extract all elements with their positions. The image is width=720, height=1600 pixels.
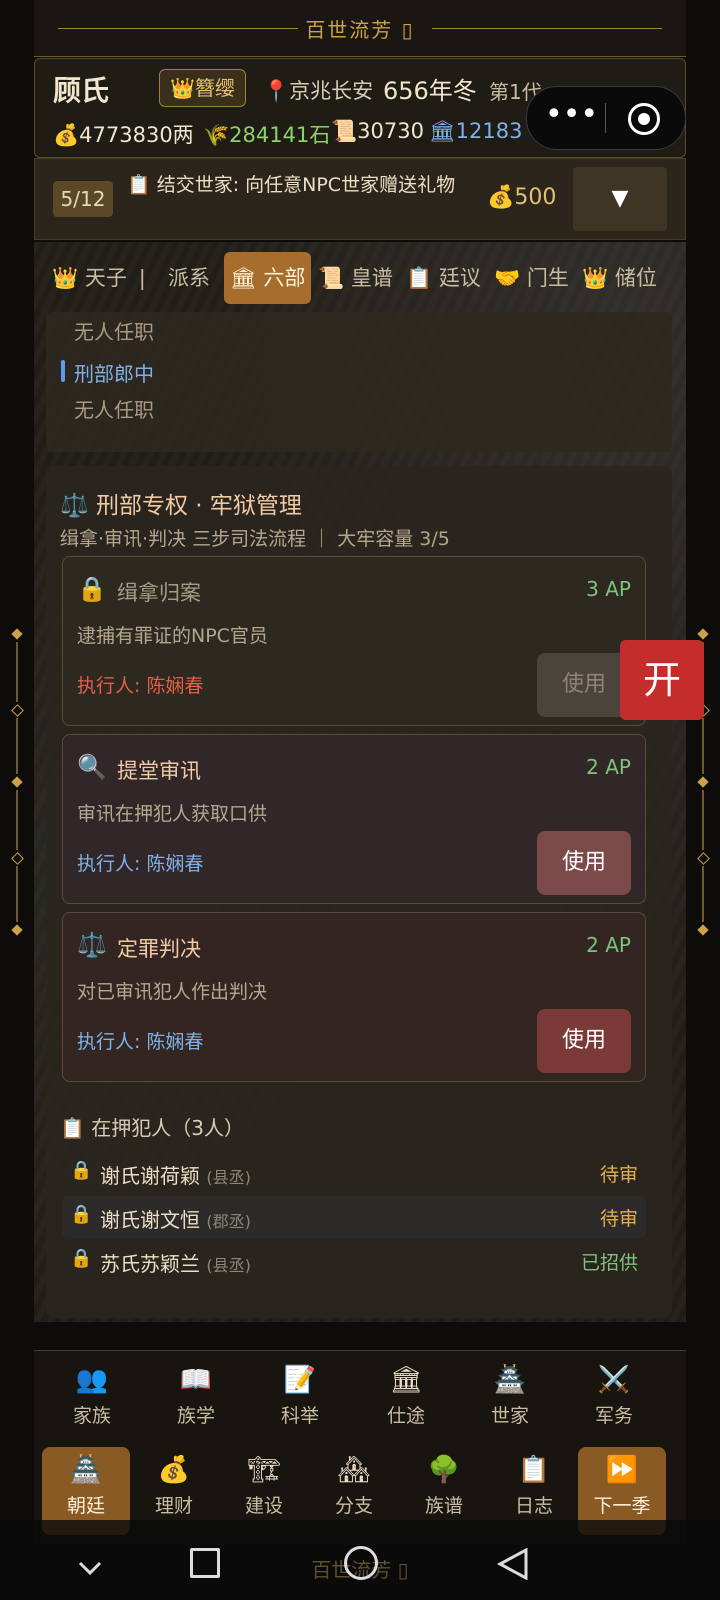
money-resource: 💰4773830两	[53, 123, 194, 147]
top-title-bar: 百世流芳 ▯	[34, 0, 686, 57]
crane-icon: 🏗	[247, 1455, 281, 1485]
tree-icon: 🌳	[427, 1455, 461, 1485]
skill-ap: 2 AP	[586, 755, 631, 779]
home-circle-icon[interactable]	[344, 1546, 378, 1580]
task-cost: 💰500	[487, 185, 557, 210]
square-recents-icon[interactable]	[190, 1548, 220, 1578]
tab-emperor[interactable]: 👑 天子 ❘	[46, 252, 157, 304]
lock-icon: 🔒	[77, 575, 107, 603]
nav-exam[interactable]: 📝 科举	[250, 1363, 350, 1428]
android-system-bar: 百世流芳 ▯	[0, 1520, 720, 1600]
panel-subtitle: 缉拿·审讯·判决 三步司法流程 ｜ 大牢容量 3/5	[60, 528, 450, 550]
vacant-label: 无人任职	[74, 398, 154, 422]
lock-icon: 🔒	[70, 1248, 93, 1269]
skill-verdict: ⚖️ 定罪判决 2 AP 对已审讯犯人作出判决 执行人: 陈娴春 使用	[62, 912, 646, 1082]
clan-name: 顾氏	[53, 74, 110, 107]
task-dropdown-button[interactable]: ▼	[573, 167, 667, 231]
nav-log[interactable]: 📋 日志	[488, 1453, 580, 1518]
skill-desc: 审讯在押犯人获取口供	[77, 803, 268, 825]
more-icon[interactable]: •••	[545, 100, 598, 135]
prisoner-status: 待审	[599, 1164, 638, 1186]
left-ornament	[11, 628, 24, 960]
tab-imperial-genealogy[interactable]: 📜 皇谱	[312, 252, 399, 304]
memo-icon: 📝	[283, 1365, 317, 1395]
prisoner-list-title: 📋 在押犯人（3人）	[60, 1116, 244, 1140]
pin-icon: 📍	[263, 79, 290, 103]
skill-executor: 执行人: 陈娴春	[77, 853, 204, 875]
skill-name: 提堂审讯	[117, 759, 201, 783]
nav-branch[interactable]: 🏘 分支	[308, 1453, 400, 1518]
task-description: 📋 结交世家: 向任意NPC世家赠送礼物	[127, 174, 456, 196]
family-icon: 👥	[75, 1365, 109, 1395]
fast-forward-icon: ⏩	[605, 1455, 639, 1485]
nav-clan-school[interactable]: 📖 族学	[146, 1363, 246, 1428]
skill-arrest: 🔒 缉拿归案 3 AP 逮捕有罪证的NPC官员 执行人: 陈娴春 使用	[62, 556, 646, 726]
swords-icon: ⚔️	[597, 1365, 631, 1395]
nav-family[interactable]: 👥 家族	[42, 1363, 142, 1428]
prestige-resource: 🏛12183	[429, 119, 523, 143]
justice-power-panel: ⚖️ 刑部专权 · 牢狱管理 缉拿·审讯·判决 三步司法流程 ｜ 大牢容量 3/…	[46, 466, 672, 1318]
use-button[interactable]: 使用	[537, 653, 631, 717]
skill-interrogate: 🔍 提堂审讯 2 AP 审讯在押犯人获取口供 执行人: 陈娴春 使用	[62, 734, 646, 904]
lock-icon: 🔒	[70, 1204, 93, 1225]
tab-faction[interactable]: 派系	[162, 252, 216, 304]
skill-name: 定罪判决	[117, 937, 201, 961]
tab-disciples[interactable]: 🤝 门生	[488, 252, 575, 304]
back-triangle-icon[interactable]	[496, 1548, 530, 1580]
magnifier-icon: 🔍	[77, 753, 107, 781]
office-title: 刑部郎中	[74, 362, 154, 386]
office-list: 无人任职 刑部郎中 无人任职	[46, 312, 672, 452]
skill-desc: 逮捕有罪证的NPC官员	[77, 625, 268, 647]
skill-name: 缉拿归案	[117, 581, 201, 605]
palace-icon: 🏯	[69, 1455, 103, 1485]
building-icon: 🏛	[389, 1365, 423, 1395]
skill-ap: 3 AP	[586, 577, 631, 601]
open-floating-button[interactable]: 开	[620, 640, 704, 720]
prisoner-status: 待审	[599, 1208, 638, 1230]
nav-construction[interactable]: 🏗 建设	[218, 1453, 310, 1518]
nav-families[interactable]: 🏯 世家	[460, 1363, 560, 1428]
book-icon: 📖	[179, 1365, 213, 1395]
castle-icon: 🏯	[493, 1365, 527, 1395]
nav-military[interactable]: ⚔️ 军务	[564, 1363, 664, 1428]
year-label: 656年冬	[383, 77, 477, 105]
tab-court-debate[interactable]: 📋 廷议	[400, 252, 487, 304]
bottom-navigation: 👥 家族 📖 族学 📝 科举 🏛 仕途 🏯 世家 ⚔️ 军务 🏯 朝廷 💰 理财 🏗 建设 🏘 分支…	[34, 1350, 686, 1545]
nav-career[interactable]: 🏛 仕途	[356, 1363, 456, 1428]
location-label: 📍京兆长安	[263, 79, 374, 103]
prisoner-row[interactable]: 🔒 谢氏谢文恒 (郡丞) 待审	[62, 1196, 646, 1238]
use-button[interactable]: 使用	[537, 1009, 631, 1073]
tab-succession[interactable]: 👑 储位	[576, 252, 663, 304]
prisoner-status: 已招供	[580, 1252, 638, 1274]
prisoner-row[interactable]: 🔒 谢氏谢荷颖 (县丞) 待审	[62, 1152, 646, 1194]
clipboard-icon: 📋	[517, 1455, 551, 1485]
court-tabs: 👑 天子 ❘ 派系 🏛 六部 📜 皇谱 📋 廷议 🤝 门生 👑 储位	[46, 252, 674, 304]
skill-desc: 对已审讯犯人作出判决	[77, 981, 268, 1003]
vacant-label: 无人任职	[74, 320, 154, 344]
houses-icon: 🏘	[337, 1455, 371, 1485]
prisoner-row[interactable]: 🔒 苏氏苏颖兰 (县丞) 已招供	[62, 1240, 646, 1282]
money-bag-icon: 💰	[157, 1455, 191, 1485]
game-title: 百世流芳 ▯	[305, 18, 415, 42]
task-count: 5/12	[53, 181, 113, 217]
rank-badge[interactable]: 👑簪缨	[159, 69, 246, 107]
scroll-resource: 📜30730	[331, 119, 424, 143]
close-target-icon[interactable]	[628, 103, 660, 135]
tab-six-ministries[interactable]: 🏛 六部	[224, 252, 312, 304]
nav-finance[interactable]: 💰 理财	[128, 1453, 220, 1518]
task-bar: 5/12 📋 结交世家: 向任意NPC世家赠送礼物 💰500 ▼	[34, 158, 686, 240]
chevron-down-icon[interactable]	[78, 1556, 102, 1580]
miniprogram-capsule: •••	[526, 86, 686, 150]
skill-executor: 执行人: 陈娴春	[77, 675, 204, 697]
use-button[interactable]: 使用	[537, 831, 631, 895]
grain-resource: 🌾284141石	[203, 123, 331, 147]
skill-ap: 2 AP	[586, 933, 631, 957]
lock-icon: 🔒	[70, 1160, 93, 1181]
panel-title: ⚖️ 刑部专权 · 牢狱管理	[60, 493, 302, 519]
skill-executor: 执行人: 陈娴春	[77, 1031, 204, 1053]
scales-icon: ⚖️	[77, 931, 107, 959]
nav-genealogy[interactable]: 🌳 族谱	[398, 1453, 490, 1518]
